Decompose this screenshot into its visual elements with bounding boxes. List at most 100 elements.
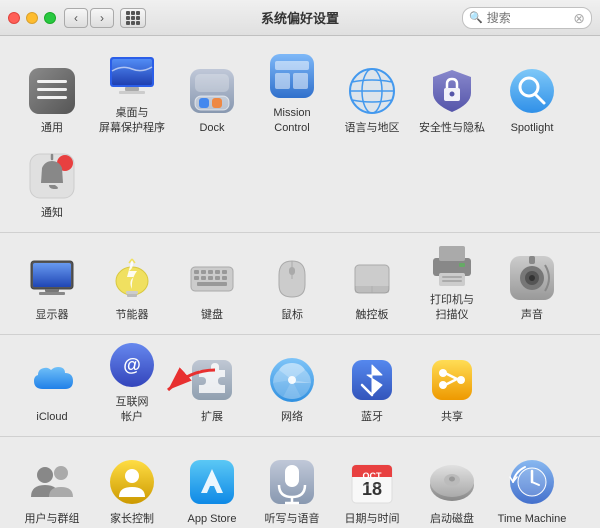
pref-icloud[interactable]: iCloud xyxy=(12,343,92,428)
pref-label-datetime: 日期与时间 xyxy=(345,512,400,526)
pref-label-mission: MissionControl xyxy=(273,106,310,135)
pref-icon-parental xyxy=(106,456,158,508)
pref-trackpad[interactable]: 触控板 xyxy=(332,241,412,326)
pref-icon-dictation xyxy=(266,456,318,508)
section-system: 用户与群组 家长控制 xyxy=(0,437,600,528)
pref-label-general: 通用 xyxy=(41,121,63,135)
search-clear-icon[interactable]: ⊗ xyxy=(573,11,585,25)
pref-label-startup: 启动磁盘 xyxy=(430,512,474,526)
forward-button[interactable]: › xyxy=(90,8,114,28)
close-button[interactable] xyxy=(8,12,20,24)
pref-label-icloud: iCloud xyxy=(36,410,67,424)
preferences-content: 通用 桌面与屏幕保护程序 xyxy=(0,36,600,528)
pref-label-internet-accounts: 互联网帐户 xyxy=(116,395,149,424)
pref-label-desktop: 桌面与屏幕保护程序 xyxy=(99,106,165,135)
pref-icon-spotlight xyxy=(506,65,558,117)
pref-desktop[interactable]: 桌面与屏幕保护程序 xyxy=(92,54,172,139)
pref-dictation[interactable]: 听写与语音 xyxy=(252,445,332,528)
pref-notification[interactable]: 通知 xyxy=(12,139,92,224)
pref-icon-sound xyxy=(506,252,558,304)
pref-mission[interactable]: MissionControl xyxy=(252,54,332,139)
pref-icon-bluetooth xyxy=(346,354,398,406)
pref-label-parental: 家长控制 xyxy=(110,512,154,526)
pref-label-network: 网络 xyxy=(281,410,303,424)
pref-sound[interactable]: 声音 xyxy=(492,241,572,326)
window-title: 系统偏好设置 xyxy=(261,8,339,27)
pref-keyboard[interactable]: 键盘 xyxy=(172,241,252,326)
pref-icon-language xyxy=(346,65,398,117)
pref-security[interactable]: 安全性与隐私 xyxy=(412,54,492,139)
back-button[interactable]: ‹ xyxy=(64,8,88,28)
pref-datetime[interactable]: OCT 18 日期与时间 xyxy=(332,445,412,528)
traffic-lights xyxy=(8,12,56,24)
pref-icon-extensions xyxy=(186,354,238,406)
minimize-button[interactable] xyxy=(26,12,38,24)
pref-label-bluetooth: 蓝牙 xyxy=(361,410,383,424)
pref-icon-mission xyxy=(266,50,318,102)
pref-label-mouse: 鼠标 xyxy=(281,308,303,322)
pref-icon-dock xyxy=(186,65,238,117)
pref-display[interactable]: 显示器 xyxy=(12,241,92,326)
pref-icon-users xyxy=(26,456,78,508)
pref-label-spotlight: Spotlight xyxy=(511,121,554,135)
maximize-button[interactable] xyxy=(44,12,56,24)
pref-parental[interactable]: 家长控制 xyxy=(92,445,172,528)
pref-label-trackpad: 触控板 xyxy=(356,308,389,322)
pref-label-language: 语言与地区 xyxy=(345,121,400,135)
pref-icon-security xyxy=(426,65,478,117)
pref-label-printer: 打印机与扫描仪 xyxy=(430,293,474,322)
section-hardware: 显示器 节能器 xyxy=(0,233,600,335)
section-internet: iCloud @ 互联网帐户 扩展 xyxy=(0,335,600,437)
pref-icon-notification xyxy=(26,150,78,202)
pref-bluetooth[interactable]: 蓝牙 xyxy=(332,343,412,428)
pref-label-dictation: 听写与语音 xyxy=(265,512,320,526)
pref-icon-general xyxy=(26,65,78,117)
pref-icon-trackpad xyxy=(346,252,398,304)
pref-label-notification: 通知 xyxy=(41,206,63,220)
pref-printer[interactable]: 打印机与扫描仪 xyxy=(412,241,492,326)
pref-icon-timemachine xyxy=(506,456,558,508)
grid-icon xyxy=(126,11,140,25)
pref-dock[interactable]: Dock xyxy=(172,54,252,139)
pref-icon-appstore xyxy=(186,456,238,508)
pref-label-extensions: 扩展 xyxy=(201,410,223,424)
search-box[interactable]: 🔍 ⊗ xyxy=(462,7,592,29)
pref-icon-keyboard xyxy=(186,252,238,304)
search-icon: 🔍 xyxy=(469,11,483,24)
pref-label-security: 安全性与隐私 xyxy=(419,121,485,135)
pref-icon-sharing xyxy=(426,354,478,406)
pref-icon-internet-accounts: @ xyxy=(106,339,158,391)
titlebar: ‹ › 系统偏好设置 🔍 ⊗ xyxy=(0,0,600,36)
pref-icon-printer xyxy=(426,237,478,289)
pref-icon-network xyxy=(266,354,318,406)
pref-energy[interactable]: 节能器 xyxy=(92,241,172,326)
svg-text:@: @ xyxy=(123,355,141,375)
pref-appstore[interactable]: App Store xyxy=(172,445,252,528)
pref-users[interactable]: 用户与群组 xyxy=(12,445,92,528)
pref-startup[interactable]: 启动磁盘 xyxy=(412,445,492,528)
pref-extensions[interactable]: 扩展 xyxy=(172,343,252,428)
pref-mouse[interactable]: 鼠标 xyxy=(252,241,332,326)
pref-label-dock: Dock xyxy=(199,121,224,135)
pref-icon-startup xyxy=(426,456,478,508)
pref-general[interactable]: 通用 xyxy=(12,54,92,139)
pref-icon-mouse xyxy=(266,252,318,304)
pref-language[interactable]: 语言与地区 xyxy=(332,54,412,139)
pref-sharing[interactable]: 共享 xyxy=(412,343,492,428)
pref-network[interactable]: 网络 xyxy=(252,343,332,428)
pref-icon-energy xyxy=(106,252,158,304)
pref-label-users: 用户与群组 xyxy=(25,512,80,526)
pref-icon-desktop xyxy=(106,50,158,102)
pref-label-keyboard: 键盘 xyxy=(201,308,223,322)
pref-label-energy: 节能器 xyxy=(116,308,149,322)
pref-label-sharing: 共享 xyxy=(441,410,463,424)
grid-view-button[interactable] xyxy=(120,8,146,28)
pref-label-sound: 声音 xyxy=(521,308,543,322)
pref-timemachine[interactable]: Time Machine xyxy=(492,445,572,528)
pref-internet-accounts[interactable]: @ 互联网帐户 xyxy=(92,343,172,428)
search-input[interactable] xyxy=(487,11,574,25)
pref-label-display: 显示器 xyxy=(36,308,69,322)
pref-spotlight[interactable]: Spotlight xyxy=(492,54,572,139)
pref-icon-display xyxy=(26,252,78,304)
pref-label-appstore: App Store xyxy=(188,512,237,526)
